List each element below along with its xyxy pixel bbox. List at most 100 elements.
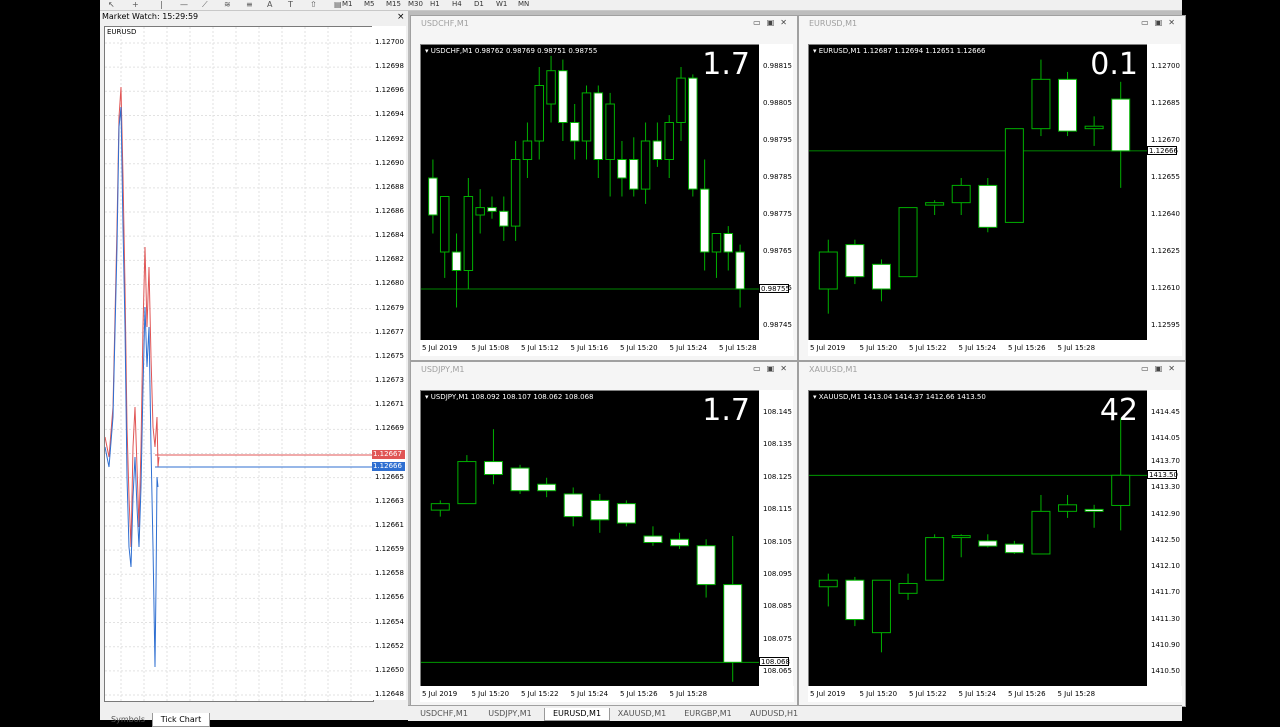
candle	[451, 233, 462, 308]
time-axis: 5 Jul 2019 5 Jul 15:20 5 Jul 15:22 5 Jul 15…	[808, 686, 1182, 702]
arrow-icon[interactable]: ⇧	[310, 0, 317, 9]
vertical-line-icon[interactable]: |	[160, 0, 163, 9]
close-icon[interactable]: ✕	[1168, 18, 1181, 27]
candle-body	[510, 467, 530, 492]
bid-price-tag: 1.12666	[372, 462, 405, 471]
chart-window-xauusd[interactable]: XAUUSD,M1 ▭▣✕ ▾ XAUUSD,M1 1413.04 1414.37 …	[798, 361, 1186, 707]
timeframe-m15-button[interactable]: M15	[386, 0, 401, 9]
time-axis-label: 5 Jul 15:24	[669, 344, 708, 352]
chart-window-usdjpy[interactable]: USDJPY,M1 ▭▣✕ ▾ USDJPY,M1 108.092 108.107 …	[410, 361, 798, 707]
price-chart[interactable]: ▾ XAUUSD,M1 1413.04 1414.37 1412.66 1413…	[808, 390, 1149, 687]
candle-body	[590, 499, 610, 521]
chart-window-title: XAUUSD,M1	[809, 365, 858, 374]
tick-price-label: 1.12659	[375, 545, 404, 554]
tick-price-label: 1.12652	[375, 641, 404, 650]
timeframe-mn-button[interactable]: MN	[518, 0, 529, 9]
text-icon[interactable]: A	[267, 0, 272, 9]
price-axis-label: 1.12700	[1151, 62, 1180, 70]
candle-body	[898, 207, 918, 278]
candle	[593, 85, 604, 178]
candle	[818, 239, 838, 314]
candle	[428, 159, 438, 234]
candle-body	[430, 503, 450, 511]
close-icon[interactable]: ✕	[780, 364, 793, 373]
timeframe-m30-button[interactable]: M30	[408, 0, 423, 9]
minimize-icon[interactable]: ▭	[1141, 18, 1155, 27]
price-axis: 1.12700 1.12685 1.12670 1.12655 1.12640 1.126…	[1147, 44, 1181, 340]
timeframe-m1-button[interactable]: M1	[342, 0, 353, 9]
label-icon[interactable]: T	[288, 0, 293, 9]
candle-body	[699, 188, 710, 253]
timeframe-m5-button[interactable]: M5	[364, 0, 375, 9]
timeframe-d1-button[interactable]: D1	[474, 0, 484, 9]
maximize-icon[interactable]: ▣	[1155, 18, 1169, 27]
minimize-icon[interactable]: ▭	[753, 18, 767, 27]
candle	[925, 534, 945, 581]
candle	[439, 196, 450, 278]
time-axis-label: 5 Jul 15:12	[521, 344, 559, 352]
candle-body	[569, 122, 580, 142]
timeframe-h4-button[interactable]: H4	[452, 0, 462, 9]
maximize-icon[interactable]: ▣	[1155, 364, 1169, 373]
tab-tick-chart[interactable]: Tick Chart	[152, 713, 210, 727]
tab-usdchf-m1[interactable]: USDCHF,M1	[412, 708, 476, 720]
candle-body	[1084, 125, 1104, 130]
tick-price-label: 1.12684	[375, 231, 404, 240]
time-axis-label: 5 Jul 15:20	[859, 690, 898, 698]
chart-window-title: USDCHF,M1	[421, 19, 469, 28]
minimize-icon[interactable]: ▭	[753, 364, 767, 373]
candle-body	[1111, 98, 1131, 152]
price-axis-label: 0.98815	[763, 62, 792, 70]
candle-body	[898, 582, 918, 594]
cursor-icon[interactable]: ↖	[108, 0, 115, 9]
tab-usdjpy-m1[interactable]: USDJPY,M1	[478, 708, 542, 720]
fibonacci-icon[interactable]: ≡	[246, 0, 253, 9]
channel-icon[interactable]: ≋	[224, 0, 231, 9]
candle-body	[871, 263, 891, 290]
candle	[711, 233, 722, 278]
time-axis-label: 5 Jul 15:22	[909, 690, 947, 698]
trendline-icon[interactable]: ⟋	[202, 0, 208, 9]
close-icon[interactable]: ✕	[1168, 364, 1181, 373]
timeframe-w1-button[interactable]: W1	[496, 0, 507, 9]
price-axis-label: 1.12610	[1151, 284, 1180, 292]
minimize-icon[interactable]: ▭	[1141, 364, 1155, 373]
price-chart[interactable]: ▾ USDCHF,M1 0.98762 0.98769 0.98751 0.98…	[420, 44, 761, 341]
candle-body	[711, 233, 722, 253]
price-chart[interactable]: ▾ USDJPY,M1 108.092 108.107 108.062 108.…	[420, 390, 761, 687]
tick-price-label: 1.12679	[375, 303, 404, 312]
close-icon[interactable]: ✕	[780, 18, 793, 27]
candle	[430, 500, 450, 517]
maximize-icon[interactable]: ▣	[767, 18, 781, 27]
candle	[522, 122, 533, 178]
price-axis-label: 108.065	[763, 667, 792, 675]
chart-window-title: EURUSD,M1	[809, 19, 858, 28]
tab-xauusd-m1[interactable]: XAUUSD,M1	[610, 708, 674, 720]
chart-window-usdchf[interactable]: USDCHF,M1 ▭▣✕ ▾ USDCHF,M1 0.98762 0.98769 …	[410, 15, 798, 361]
chart-header: ▾ XAUUSD,M1 1413.04 1414.37 1412.66 1413…	[813, 393, 986, 401]
price-chart[interactable]: ▾ EURUSD,M1 1.12687 1.12694 1.12651 1.12…	[808, 44, 1149, 341]
toolbar: ↖ + | — ⟋ ≋ ≡ A T ⇧ ▤ M1 M5 M15 M30 H1 H4 D1 W1…	[100, 0, 1182, 11]
shapes-icon[interactable]: ▤	[334, 0, 342, 9]
crosshair-icon[interactable]: +	[132, 0, 139, 9]
candle	[629, 137, 639, 197]
tab-audusd-h1[interactable]: AUDUSD,H1	[742, 708, 806, 720]
tick-price-label: 1.12675	[375, 351, 404, 360]
price-axis-label: 0.98775	[763, 210, 792, 218]
chart-window-eurusd[interactable]: EURUSD,M1 ▭▣✕ ▾ EURUSD,M1 1.12687 1.12694 …	[798, 15, 1186, 361]
price-axis-label: 1.12595	[1151, 321, 1180, 329]
candle-body	[1084, 508, 1104, 512]
candle-body	[676, 77, 686, 123]
tab-eurgbp-m1[interactable]: EURGBP,M1	[676, 708, 740, 720]
candle	[652, 122, 663, 167]
candle	[699, 159, 710, 271]
tick-price-label: 1.12650	[375, 665, 404, 674]
horizontal-line-icon[interactable]: —	[180, 0, 188, 9]
tab-eurusd-m1[interactable]: EURUSD,M1	[544, 708, 610, 721]
time-axis-label: 5 Jul 15:20	[471, 690, 510, 698]
candle-body	[1004, 128, 1024, 223]
close-icon[interactable]: ×	[397, 12, 405, 22]
maximize-icon[interactable]: ▣	[767, 364, 781, 373]
timeframe-h1-button[interactable]: H1	[430, 0, 440, 9]
chart-header: ▾ USDCHF,M1 0.98762 0.98769 0.98751 0.98…	[425, 47, 598, 55]
